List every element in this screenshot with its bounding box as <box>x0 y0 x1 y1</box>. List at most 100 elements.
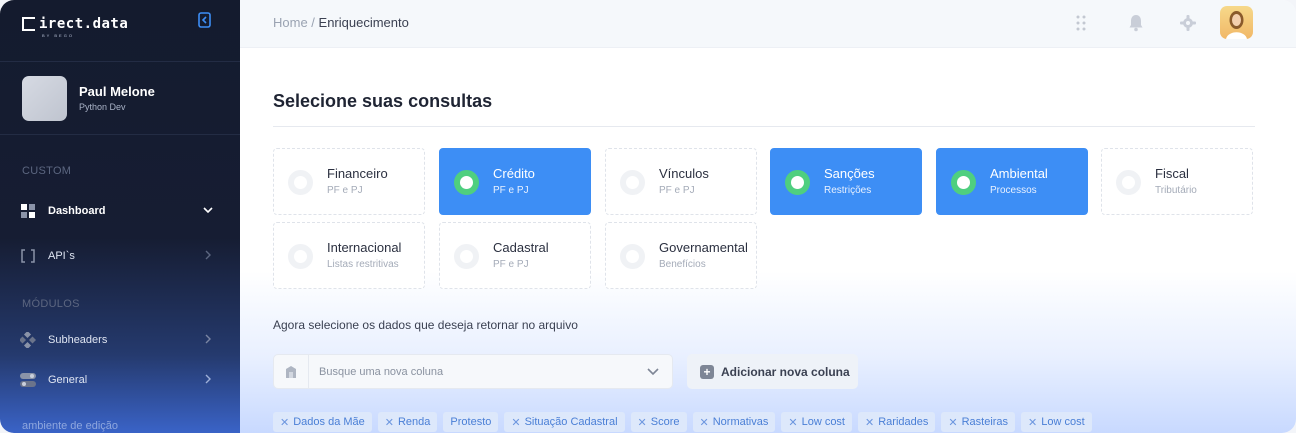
close-icon[interactable]: ✕ <box>865 416 874 429</box>
sidebar-bottom-hint: ambiente de edição <box>22 420 119 432</box>
chevron-right-icon <box>202 249 214 261</box>
column-icon <box>274 355 309 388</box>
radio-unselected-icon <box>288 170 313 195</box>
close-icon[interactable]: ✕ <box>788 416 797 429</box>
tag-label: Dados da Mãe <box>293 416 365 428</box>
query-card-vinculos[interactable]: Vínculos PF e PJ <box>605 148 757 215</box>
user-avatar[interactable] <box>22 76 67 121</box>
sidebar-item-label: API`s <box>48 250 75 262</box>
query-card-fiscal[interactable]: Fiscal Tributário <box>1101 148 1253 215</box>
main-content: Selecione suas consultas Financeiro PF e… <box>240 48 1296 433</box>
radio-selected-icon <box>951 170 976 195</box>
column-search-input[interactable] <box>319 363 619 381</box>
bell-icon[interactable] <box>1125 12 1147 34</box>
card-subtitle: PF e PJ <box>493 259 529 270</box>
query-card-internacional[interactable]: Internacional Listas restritivas <box>273 222 425 289</box>
column-tag[interactable]: ✕ Renda <box>377 412 438 432</box>
column-tag[interactable]: ✕ Score <box>630 412 687 432</box>
title-divider <box>273 126 1255 127</box>
sidebar-item-label: Dashboard <box>48 205 106 217</box>
tag-label: Raridades <box>878 416 929 428</box>
card-title: Internacional <box>327 240 402 255</box>
close-icon[interactable]: ✕ <box>385 416 394 429</box>
sidebar: irect.data BY BEGO Paul Melone Python De… <box>0 0 240 433</box>
card-title: Vínculos <box>659 166 709 181</box>
column-tag[interactable]: ✕ Low cost <box>1021 412 1092 432</box>
card-subtitle: Listas restritivas <box>327 259 399 270</box>
close-icon[interactable]: ✕ <box>280 416 289 429</box>
card-subtitle: Benefícios <box>659 259 706 270</box>
card-title: Governamental <box>659 240 748 255</box>
close-icon[interactable]: ✕ <box>948 416 957 429</box>
card-title: Crédito <box>493 166 535 181</box>
chevron-down-icon[interactable] <box>646 365 660 379</box>
logo-mark <box>22 17 35 31</box>
add-column-button[interactable]: + Adicionar nova coluna <box>687 354 858 389</box>
card-title: Sanções <box>824 166 875 181</box>
query-card-ambiental[interactable]: Ambiental Processos <box>936 148 1088 215</box>
card-title: Financeiro <box>327 166 388 181</box>
card-subtitle: PF e PJ <box>659 185 695 196</box>
card-title: Fiscal <box>1155 166 1189 181</box>
radio-unselected-icon <box>620 170 645 195</box>
sidebar-collapse-icon[interactable] <box>198 12 212 28</box>
query-card-credito[interactable]: Crédito PF e PJ <box>439 148 591 215</box>
user-role: Python Dev <box>79 102 126 112</box>
sidebar-item-general[interactable]: General <box>20 367 220 393</box>
diamond-icon <box>20 332 36 348</box>
radio-unselected-icon <box>454 244 479 269</box>
close-icon[interactable]: ✕ <box>700 416 709 429</box>
apps-grid-icon[interactable] <box>1071 12 1093 34</box>
card-title: Ambiental <box>990 166 1048 181</box>
sidebar-divider <box>0 61 240 62</box>
page-title: Selecione suas consultas <box>273 91 493 111</box>
brackets-icon <box>20 248 36 264</box>
tag-label: Situação Cadastral <box>524 416 618 428</box>
sidebar-divider <box>0 134 240 135</box>
sidebar-item-apis[interactable]: API`s <box>20 243 220 269</box>
tag-label: Protesto <box>450 416 492 428</box>
add-column-label: Adicionar nova coluna <box>721 364 850 379</box>
logo[interactable]: irect.data BY BEGO <box>22 16 128 38</box>
card-subtitle: PF e PJ <box>493 185 529 196</box>
radio-unselected-icon <box>620 244 645 269</box>
column-tag[interactable]: Protesto <box>443 412 499 432</box>
profile-avatar[interactable] <box>1220 6 1253 39</box>
settings-icon[interactable] <box>1177 12 1199 34</box>
user-name: Paul Melone <box>79 84 155 99</box>
sidebar-item-subheaders[interactable]: Subheaders <box>20 327 220 353</box>
sidebar-item-dashboard[interactable]: Dashboard <box>20 198 220 224</box>
column-tag[interactable]: ✕ Rasteiras <box>941 412 1016 432</box>
query-card-governamental[interactable]: Governamental Benefícios <box>605 222 757 289</box>
grid-icon <box>20 203 36 219</box>
close-icon[interactable]: ✕ <box>1028 416 1037 429</box>
query-card-financeiro[interactable]: Financeiro PF e PJ <box>273 148 425 215</box>
app-window: irect.data BY BEGO Paul Melone Python De… <box>0 0 1296 433</box>
column-tag[interactable]: ✕ Low cost <box>781 412 852 432</box>
card-subtitle: PF e PJ <box>327 185 363 196</box>
breadcrumb-current: Enriquecimento <box>318 15 409 30</box>
query-card-sancoes[interactable]: Sanções Restrições <box>770 148 922 215</box>
column-tag[interactable]: ✕ Raridades <box>858 412 936 432</box>
tag-label: Renda <box>397 416 431 428</box>
close-icon[interactable]: ✕ <box>638 416 647 429</box>
sidebar-section-modules: MÓDULOS <box>22 298 80 310</box>
breadcrumb-home[interactable]: Home <box>273 15 308 30</box>
tag-label: Normativas <box>712 416 769 428</box>
column-tag[interactable]: ✕ Dados da Mãe <box>273 412 372 432</box>
breadcrumb-separator: / <box>307 15 319 30</box>
logo-text: irect.data <box>39 16 129 32</box>
tag-label: Low cost <box>1041 416 1085 428</box>
plus-icon: + <box>700 364 714 379</box>
column-tag[interactable]: ✕ Normativas <box>692 412 776 432</box>
chevron-down-icon <box>202 204 214 216</box>
column-search-select[interactable] <box>273 354 673 389</box>
logo-subtitle: BY BEGO <box>42 33 74 38</box>
column-tag[interactable]: ✕ Situação Cadastral <box>504 412 625 432</box>
sidebar-item-label: General <box>48 374 88 386</box>
close-icon[interactable]: ✕ <box>511 416 520 429</box>
selected-columns-tags: ✕ Dados da Mãe ✕ Renda Protesto ✕ Situação … <box>273 412 1092 432</box>
data-selection-label: Agora selecione os dados que deseja reto… <box>273 318 578 332</box>
sidebar-item-label: Subheaders <box>48 334 108 346</box>
query-card-cadastral[interactable]: Cadastral PF e PJ <box>439 222 591 289</box>
